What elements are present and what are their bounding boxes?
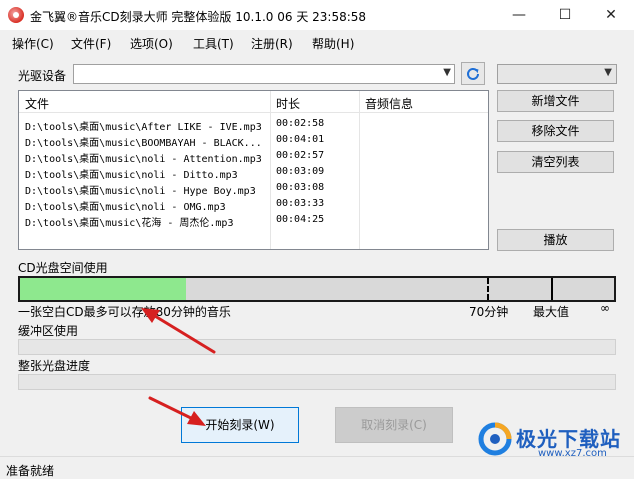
play-button[interactable]: 播放 [497, 229, 614, 251]
cd-max-label: 最大值 [533, 305, 570, 319]
row-duration: 00:02:57 [276, 150, 325, 161]
disc-progress-bar [18, 374, 616, 390]
row-duration: 00:03:08 [276, 182, 325, 193]
status-bar: 准备就绪 [0, 456, 634, 479]
column-duration[interactable]: 时长 [276, 95, 300, 112]
window-title: 金飞翼®音乐CD刻录大师 完整体验版 10.1.0 06 天 23:58:58 [30, 10, 367, 24]
refresh-button[interactable] [461, 62, 485, 85]
remove-file-button[interactable]: 移除文件 [497, 120, 614, 142]
row-duration: 00:04:01 [276, 134, 325, 145]
start-burn-button[interactable]: 开始刻录(W) [181, 407, 299, 443]
cd-infinity-label: ∞ [600, 301, 610, 315]
menu-bar: 操作(C) 文件(F) 选项(O) 工具(T) 注册(R) 帮助(H) [0, 30, 634, 54]
table-row[interactable]: D:\tools\桌面\music\After LIKE - IVE.mp3 0… [19, 116, 488, 133]
row-duration: 00:03:09 [276, 166, 325, 177]
row-file: D:\tools\桌面\music\After LIKE - IVE.mp3 [25, 122, 262, 133]
cd-limit-marker [487, 278, 489, 300]
table-row[interactable]: D:\tools\桌面\music\noli - Attention.mp3 0… [19, 148, 488, 165]
row-file: D:\tools\桌面\music\noli - Hype Boy.mp3 [25, 186, 256, 197]
menu-file[interactable]: 文件(F) [71, 35, 111, 52]
file-list-header: 文件 时长 音频信息 [19, 91, 488, 113]
table-row[interactable]: D:\tools\桌面\music\花海 - 周杰伦.mp3 00:04:25 [19, 212, 488, 229]
menu-operate[interactable]: 操作(C) [12, 35, 54, 52]
row-file: D:\tools\桌面\music\noli - Attention.mp3 [25, 154, 262, 165]
watermark-url: www.xz7.com [538, 448, 607, 459]
cd-space-label: CD光盘空间使用 [18, 261, 108, 275]
table-row[interactable]: D:\tools\桌面\music\noli - Ditto.mp3 00:03… [19, 164, 488, 181]
disc-progress-label: 整张光盘进度 [18, 359, 91, 373]
table-row[interactable]: D:\tools\桌面\music\noli - OMG.mp3 00:03:3… [19, 196, 488, 213]
watermark: 极光下载站 www.xz7.com [478, 422, 634, 459]
table-row[interactable]: D:\tools\桌面\music\noli - Hype Boy.mp3 00… [19, 180, 488, 197]
app-icon [8, 7, 24, 23]
cd-max-marker [551, 278, 553, 300]
speed-select[interactable]: ▼ [497, 64, 617, 84]
row-duration: 00:02:58 [276, 118, 325, 129]
buffer-progress-bar [18, 339, 616, 355]
chevron-down-icon: ▼ [443, 67, 451, 78]
watermark-logo-icon [478, 422, 512, 456]
table-row[interactable]: D:\tools\桌面\music\BOOMBAYAH - BLACK... 0… [19, 132, 488, 149]
minimize-button[interactable]: — [496, 0, 542, 30]
menu-options[interactable]: 选项(O) [130, 35, 173, 52]
add-file-button[interactable]: 新增文件 [497, 90, 614, 112]
status-text: 准备就绪 [6, 464, 55, 478]
row-duration: 00:03:33 [276, 198, 325, 209]
menu-register[interactable]: 注册(R) [251, 35, 293, 52]
drive-select[interactable]: ▼ [73, 64, 455, 84]
refresh-icon [467, 67, 479, 80]
maximize-button[interactable]: ☐ [542, 0, 588, 30]
cd-space-fill [20, 278, 187, 300]
title-bar: 金飞翼®音乐CD刻录大师 完整体验版 10.1.0 06 天 23:58:58 … [0, 0, 634, 30]
row-file: D:\tools\桌面\music\noli - Ditto.mp3 [25, 170, 238, 181]
file-list[interactable]: 文件 时长 音频信息 D:\tools\桌面\music\After LIKE … [18, 90, 489, 250]
cd-capacity-note: 一张空白CD最多可以存放80分钟的音乐 [18, 305, 231, 319]
column-audio-info[interactable]: 音频信息 [365, 95, 413, 112]
column-file[interactable]: 文件 [25, 95, 49, 112]
drive-label: 光驱设备 [18, 69, 67, 83]
row-file: D:\tools\桌面\music\花海 - 周杰伦.mp3 [25, 218, 234, 229]
close-button[interactable]: ✕ [588, 0, 634, 30]
row-file: D:\tools\桌面\music\noli - OMG.mp3 [25, 202, 226, 213]
chevron-down-icon: ▼ [604, 67, 612, 78]
menu-help[interactable]: 帮助(H) [312, 35, 354, 52]
row-file: D:\tools\桌面\music\BOOMBAYAH - BLACK... [25, 138, 262, 149]
cd-limit-label: 70分钟 [469, 305, 509, 319]
buffer-label: 缓冲区使用 [18, 324, 79, 338]
cancel-burn-button: 取消刻录(C) [335, 407, 453, 443]
row-duration: 00:04:25 [276, 214, 325, 225]
menu-tools[interactable]: 工具(T) [193, 35, 234, 52]
cd-space-bar [18, 276, 616, 302]
clear-list-button[interactable]: 清空列表 [497, 151, 614, 173]
